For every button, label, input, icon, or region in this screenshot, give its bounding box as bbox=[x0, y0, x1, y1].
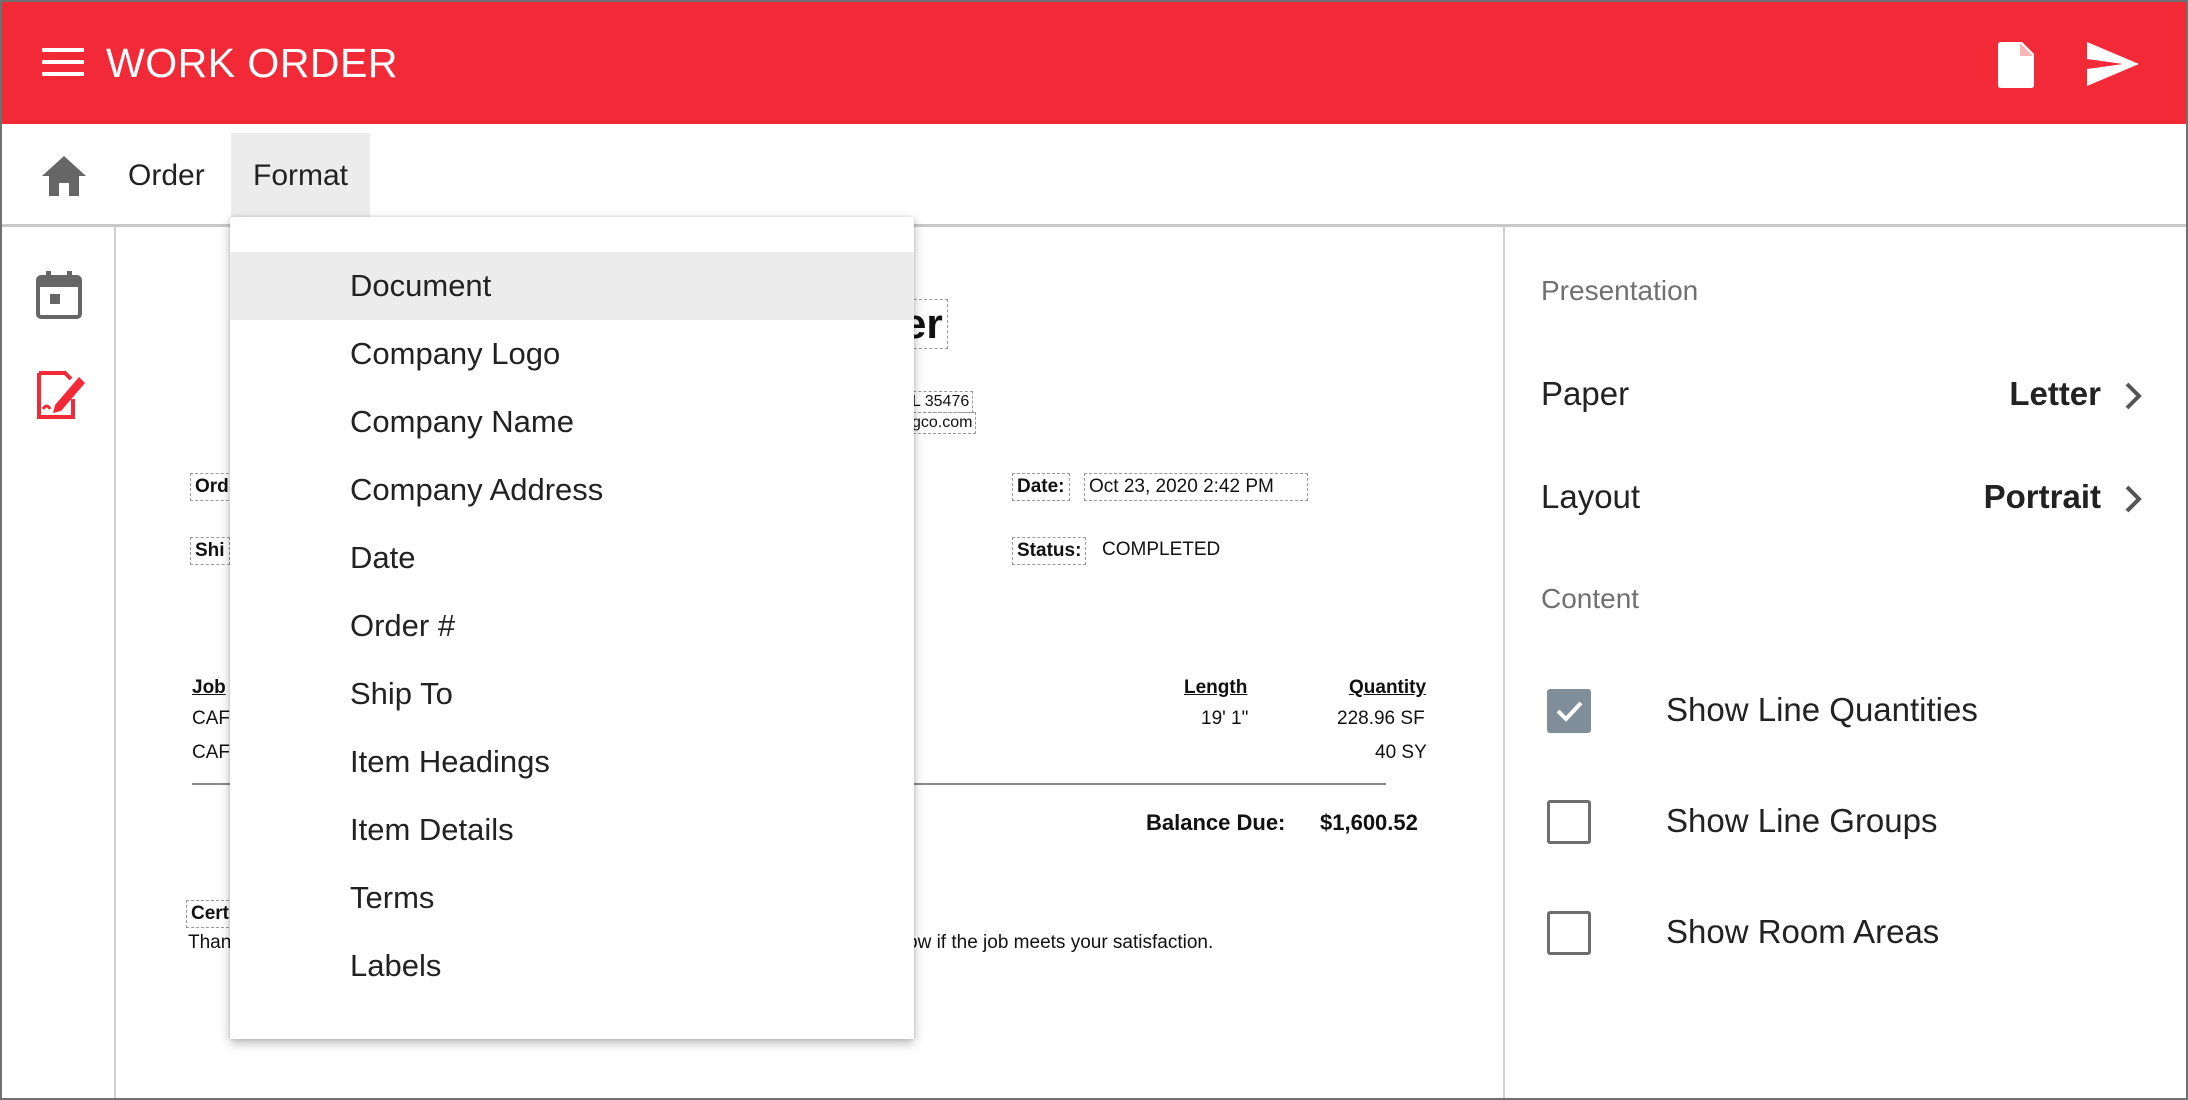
format-menu: Document Company Logo Company Name Compa… bbox=[230, 217, 914, 1039]
left-rail bbox=[2, 227, 116, 1098]
chevron-right-icon bbox=[2121, 482, 2147, 516]
show-room-areas-checkbox[interactable] bbox=[1547, 911, 1591, 955]
layout-label: Layout bbox=[1541, 478, 1641, 515]
balance-due-value: $1,600.52 bbox=[1320, 810, 1418, 835]
line-item-1-length: 19' 1" bbox=[1201, 708, 1249, 729]
date-value[interactable]: Oct 23, 2020 2:42 PM bbox=[1084, 473, 1308, 501]
format-menu-item-company-logo[interactable]: Company Logo bbox=[230, 320, 914, 388]
tab-format[interactable]: Format bbox=[231, 133, 371, 218]
company-address-line1[interactable]: L 35476 bbox=[908, 391, 974, 413]
format-menu-item-company-address[interactable]: Company Address bbox=[230, 456, 914, 524]
paper-setting-row[interactable]: Paper Letter bbox=[1541, 365, 2151, 425]
show-line-groups-option[interactable]: Show Line Groups bbox=[1547, 794, 2147, 854]
app-window: WORK ORDER Order Format er L 35476 gco.c… bbox=[0, 0, 2188, 1100]
line-item-1-partial: CAF bbox=[192, 708, 230, 729]
layout-value: Portrait bbox=[1983, 478, 2101, 515]
certification-label[interactable]: Cert bbox=[186, 900, 235, 928]
document-icon[interactable] bbox=[1998, 42, 2034, 88]
terms-text-start: Than bbox=[188, 932, 232, 953]
tab-order[interactable]: Order bbox=[106, 133, 227, 218]
length-column-header: Length bbox=[1184, 677, 1248, 698]
send-icon[interactable] bbox=[2087, 42, 2139, 86]
quantity-column-header: Quantity bbox=[1349, 677, 1427, 698]
paper-value: Letter bbox=[2009, 375, 2101, 412]
app-title: WORK ORDER bbox=[106, 40, 398, 86]
format-menu-item-company-name[interactable]: Company Name bbox=[230, 388, 914, 456]
calendar-icon[interactable] bbox=[36, 269, 82, 319]
format-menu-item-order-number[interactable]: Order # bbox=[230, 592, 914, 660]
balance-due-label: Balance Due: bbox=[1146, 810, 1286, 835]
format-menu-item-item-details[interactable]: Item Details bbox=[230, 796, 914, 864]
format-menu-item-item-headings[interactable]: Item Headings bbox=[230, 728, 914, 796]
company-address-line2[interactable]: gco.com bbox=[908, 412, 977, 434]
date-label[interactable]: Date: bbox=[1012, 473, 1070, 501]
show-line-groups-checkbox[interactable] bbox=[1547, 800, 1591, 844]
format-menu-item-terms[interactable]: Terms bbox=[230, 864, 914, 932]
show-line-quantities-label: Show Line Quantities bbox=[1666, 691, 1978, 728]
presentation-heading: Presentation bbox=[1541, 275, 1699, 306]
order-number-label[interactable]: Ord bbox=[190, 473, 234, 501]
format-menu-item-document[interactable]: Document bbox=[230, 252, 914, 320]
format-menu-item-date[interactable]: Date bbox=[230, 524, 914, 592]
status-value: COMPLETED bbox=[1102, 539, 1221, 560]
settings-panel: Presentation Paper Letter Layout Portrai… bbox=[1507, 227, 2186, 1098]
chevron-right-icon bbox=[2121, 379, 2147, 413]
home-icon[interactable] bbox=[40, 154, 88, 198]
show-line-quantities-checkbox[interactable] bbox=[1547, 689, 1591, 733]
paper-label: Paper bbox=[1541, 375, 1630, 412]
layout-setting-row[interactable]: Layout Portrait bbox=[1541, 468, 2151, 528]
tab-bar: Order Format bbox=[2, 124, 2186, 227]
line-item-2-partial: CAF bbox=[192, 742, 230, 763]
menu-icon[interactable] bbox=[42, 48, 84, 80]
show-room-areas-label: Show Room Areas bbox=[1666, 913, 1940, 950]
format-menu-item-ship-to[interactable]: Ship To bbox=[230, 660, 914, 728]
app-bar: WORK ORDER bbox=[2, 2, 2186, 124]
status-label[interactable]: Status: bbox=[1012, 537, 1087, 565]
line-item-1-quantity: 228.96 SF bbox=[1337, 708, 1425, 729]
format-menu-item-labels[interactable]: Labels bbox=[230, 932, 914, 1000]
show-line-quantities-option[interactable]: Show Line Quantities bbox=[1547, 683, 2147, 743]
show-line-groups-label: Show Line Groups bbox=[1666, 802, 1938, 839]
ship-to-label[interactable]: Shi bbox=[190, 537, 230, 565]
show-room-areas-option[interactable]: Show Room Areas bbox=[1547, 905, 2147, 965]
line-item-2-quantity: 40 SY bbox=[1375, 742, 1427, 763]
content-heading: Content bbox=[1541, 583, 1640, 614]
signature-edit-icon[interactable] bbox=[35, 369, 87, 421]
terms-text-end: ow if the job meets your satisfaction. bbox=[907, 932, 1214, 953]
job-column-header: Job bbox=[192, 677, 226, 698]
